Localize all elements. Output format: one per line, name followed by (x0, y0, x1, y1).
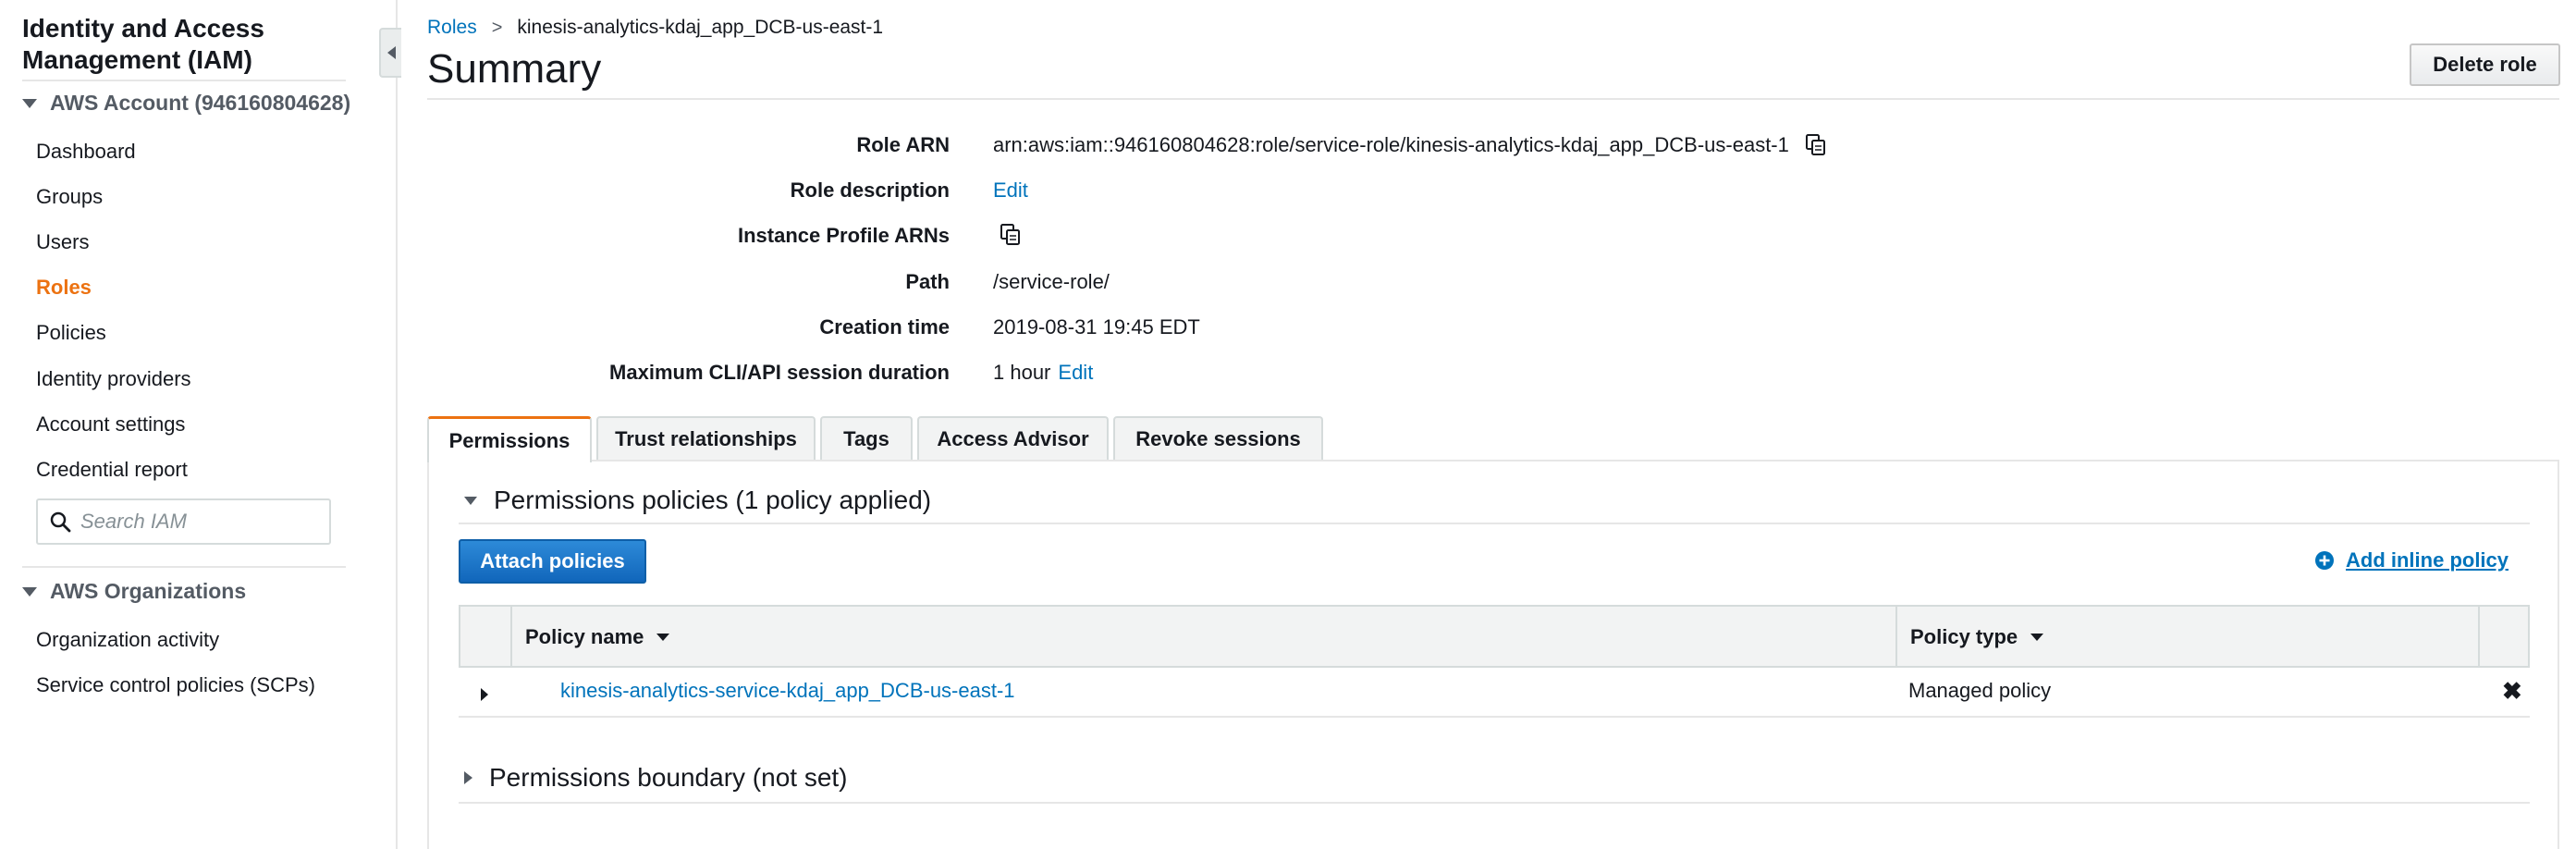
caret-down-icon (464, 496, 477, 505)
add-inline-policy-label: Add inline policy (2346, 548, 2509, 572)
copy-icon[interactable] (1805, 134, 1826, 156)
column-header-policy-type[interactable]: Policy type (1910, 625, 2044, 649)
tab-bar: Permissions Trust relationships Tags Acc… (427, 416, 1328, 462)
sidebar-item-roles[interactable]: Roles (36, 276, 92, 300)
attach-policies-button[interactable]: Attach policies (459, 539, 646, 584)
search-box[interactable] (36, 498, 331, 545)
page-title: Summary (427, 46, 602, 92)
aws-organizations-label: AWS Organizations (50, 579, 247, 603)
breadcrumb-current: kinesis-analytics-kdaj_app_DCB-us-east-1 (517, 17, 884, 38)
tab-tags[interactable]: Tags (820, 416, 913, 461)
sidebar-item-identity-providers[interactable]: Identity providers (36, 367, 191, 391)
aws-account-group[interactable]: AWS Account (946160804628) (22, 91, 350, 116)
divider (427, 98, 2559, 100)
collapse-sidebar-button[interactable] (379, 28, 401, 78)
add-inline-policy-link[interactable]: Add inline policy (2314, 548, 2509, 572)
role-arn-text: arn:aws:iam::946160804628:role/service-r… (993, 133, 1789, 156)
instance-profile-value (993, 224, 1021, 246)
edit-session-duration-link[interactable]: Edit (1058, 361, 1093, 385)
max-session-label: Maximum CLI/API session duration (609, 361, 950, 384)
creation-time-label: Creation time (819, 315, 950, 338)
aws-organizations-group[interactable]: AWS Organizations (22, 579, 246, 604)
service-title[interactable]: Identity and Access Management (IAM) (22, 13, 346, 76)
policy-type-value: Managed policy (1908, 679, 2052, 702)
aws-account-label: AWS Account (946160804628) (50, 91, 351, 115)
table-row: kinesis-analytics-service-kdaj_app_DCB-u… (459, 668, 2530, 718)
permissions-boundary-heading: Permissions boundary (not set) (489, 763, 848, 792)
caret-right-icon (464, 771, 472, 784)
caret-down-icon (22, 586, 37, 597)
sidebar-item-account-settings[interactable]: Account settings (36, 412, 185, 437)
divider (22, 80, 346, 81)
sidebar-item-users[interactable]: Users (36, 230, 89, 254)
tab-revoke-sessions[interactable]: Revoke sessions (1113, 416, 1323, 461)
max-session-value: 1 hour Edit (993, 361, 1093, 385)
path-label: Path (905, 270, 950, 293)
column-header-policy-name[interactable]: Policy name (525, 625, 670, 649)
sidebar-item-scps[interactable]: Service control policies (SCPs) (36, 673, 315, 697)
tab-access-advisor[interactable]: Access Advisor (917, 416, 1109, 461)
sidebar-item-credential-report[interactable]: Credential report (36, 458, 188, 482)
max-session-text: 1 hour (993, 361, 1051, 384)
chevron-left-icon (386, 46, 396, 59)
role-arn-value: arn:aws:iam::946160804628:role/service-r… (993, 133, 1826, 157)
remove-policy-icon[interactable]: ✖ (2502, 677, 2522, 706)
breadcrumb-separator: > (491, 17, 503, 38)
edit-description-link[interactable]: Edit (993, 178, 1028, 203)
sidebar-item-organization-activity[interactable]: Organization activity (36, 628, 219, 652)
breadcrumb-roles-link[interactable]: Roles (427, 17, 477, 39)
column-divider (510, 607, 512, 666)
plus-circle-icon (2315, 551, 2334, 570)
divider (459, 523, 2530, 524)
divider (22, 566, 346, 568)
divider (459, 802, 2530, 804)
policy-table-header: Policy name Policy type (459, 605, 2530, 668)
sidebar: Identity and Access Management (IAM) AWS… (0, 0, 398, 849)
delete-role-button[interactable]: Delete role (2410, 43, 2560, 86)
role-arn-label: Role ARN (856, 133, 950, 156)
role-description-value: Edit (993, 178, 1028, 203)
path-value: /service-role/ (993, 270, 1110, 293)
copy-icon[interactable] (1000, 224, 1021, 246)
sort-down-icon (656, 634, 670, 641)
permissions-boundary-toggle[interactable]: Permissions boundary (not set) (464, 763, 848, 793)
instance-profile-label: Instance Profile ARNs (737, 224, 950, 247)
breadcrumb: Roles > kinesis-analytics-kdaj_app_DCB-u… (427, 17, 883, 39)
policy-name-link[interactable]: kinesis-analytics-service-kdaj_app_DCB-u… (560, 679, 1015, 703)
column-header-label: Policy type (1910, 625, 2018, 648)
permissions-policies-toggle[interactable]: Permissions policies (1 policy applied) (464, 486, 931, 515)
permissions-policies-heading: Permissions policies (1 policy applied) (494, 486, 932, 514)
creation-time-value: 2019-08-31 19:45 EDT (993, 315, 1200, 338)
tab-permissions[interactable]: Permissions (427, 416, 592, 462)
column-divider (2478, 607, 2480, 666)
search-icon (50, 511, 71, 533)
sidebar-item-dashboard[interactable]: Dashboard (36, 140, 136, 164)
sort-down-icon (2030, 634, 2044, 641)
role-description-label: Role description (790, 178, 950, 202)
sidebar-item-groups[interactable]: Groups (36, 185, 103, 209)
expand-row-icon[interactable] (481, 688, 488, 701)
column-header-label: Policy name (525, 625, 644, 648)
column-divider (1895, 607, 1897, 666)
search-input[interactable] (80, 510, 321, 534)
tab-trust-relationships[interactable]: Trust relationships (596, 416, 816, 461)
caret-down-icon (22, 98, 37, 108)
sidebar-item-policies[interactable]: Policies (36, 321, 106, 345)
